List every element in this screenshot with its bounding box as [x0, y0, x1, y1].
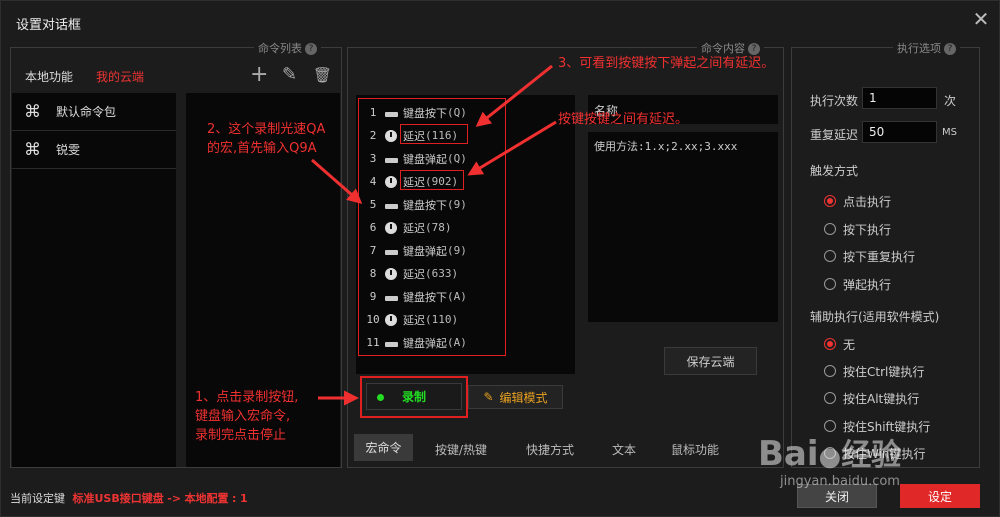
help-icon[interactable]: ? [305, 43, 317, 55]
set-button[interactable]: 设定 [900, 484, 980, 508]
exec-options-legend: 执行选项? [893, 40, 960, 56]
radio-release-exec[interactable]: 弹起执行 [824, 275, 891, 293]
tab-text[interactable]: 文本 [612, 441, 636, 458]
command-list-legend: 命令列表? [254, 40, 321, 56]
annotation-step-1: 1、点击录制按钮, 键盘输入宏命令, 录制完点击停止 [195, 390, 299, 443]
radio-assist-ctrl[interactable]: 按住Ctrl键执行 [824, 362, 924, 380]
radio-assist-none[interactable]: 无 [824, 335, 855, 353]
tab-shortcut[interactable]: 快捷方式 [526, 441, 574, 458]
highlight-delay-116 [400, 124, 468, 144]
command-key-icon: ⌘ [24, 140, 41, 160]
exec-count-input[interactable]: 1 [862, 87, 937, 109]
radio-press-repeat-exec[interactable]: 按下重复执行 [824, 247, 915, 265]
package-item-default[interactable]: ⌘ 默认命令包 [12, 93, 176, 131]
dialog-title: 设置对话框 [16, 18, 82, 33]
annotation-delay-note: 按键按键之间有延迟。 [558, 112, 689, 127]
tab-mouse[interactable]: 鼠标功能 [671, 441, 719, 458]
paw-icon: ● [818, 442, 842, 472]
highlight-delay-902 [400, 170, 464, 190]
annotation-step-2: 2、这个录制光速QA 的宏,首先输入Q9A [207, 122, 326, 156]
annotation-step-3: 3、可看到按键按下弹起之间有延迟。 [558, 56, 775, 71]
repeat-delay-unit: MS [942, 127, 957, 138]
radio-assist-alt[interactable]: 按住Alt键执行 [824, 389, 919, 407]
edit-icon[interactable]: ✎ [282, 66, 297, 84]
tab-macro[interactable]: 宏命令 [354, 434, 413, 461]
radio-click-exec[interactable]: 点击执行 [824, 192, 891, 210]
tab-my-cloud[interactable]: 我的云端 [96, 68, 144, 85]
add-icon[interactable]: + [250, 64, 268, 86]
save-cloud-button[interactable]: 保存云端 [664, 347, 757, 375]
close-icon[interactable]: ✕ [970, 8, 992, 30]
repeat-delay-input[interactable]: 50 [862, 121, 937, 143]
package-item-ruiwen[interactable]: ⌘ 锐雯 [12, 131, 176, 169]
radio-press-exec[interactable]: 按下执行 [824, 220, 891, 238]
watermark-url: jingyan.baidu.com [780, 474, 900, 489]
assist-title: 辅助执行(适用软件模式) [810, 310, 940, 324]
command-key-icon: ⌘ [24, 102, 41, 122]
repeat-delay-label: 重复延迟 [810, 128, 859, 142]
trash-icon[interactable]: 🗑 [313, 66, 332, 84]
record-button[interactable]: 录制 [366, 383, 462, 410]
tab-local-functions[interactable]: 本地功能 [25, 68, 73, 85]
tab-hotkey[interactable]: 按键/热键 [435, 441, 487, 458]
edit-mode-button[interactable]: ✎ 编辑模式 [468, 385, 563, 409]
pencil-icon: ✎ [483, 390, 494, 404]
exec-count-unit: 次 [944, 94, 957, 108]
help-icon[interactable]: ? [944, 43, 956, 55]
trigger-title: 触发方式 [810, 164, 859, 178]
baidu-watermark: Bai●经验 [758, 434, 902, 474]
current-key-status: 当前设定键 标准USB接口键盘 -> 本地配置 : 1 [10, 492, 248, 505]
record-indicator-icon [377, 394, 384, 401]
exec-count-label: 执行次数 [810, 94, 859, 108]
usage-textarea[interactable]: 使用方法:1.x;2.xx;3.xxx [588, 132, 778, 322]
